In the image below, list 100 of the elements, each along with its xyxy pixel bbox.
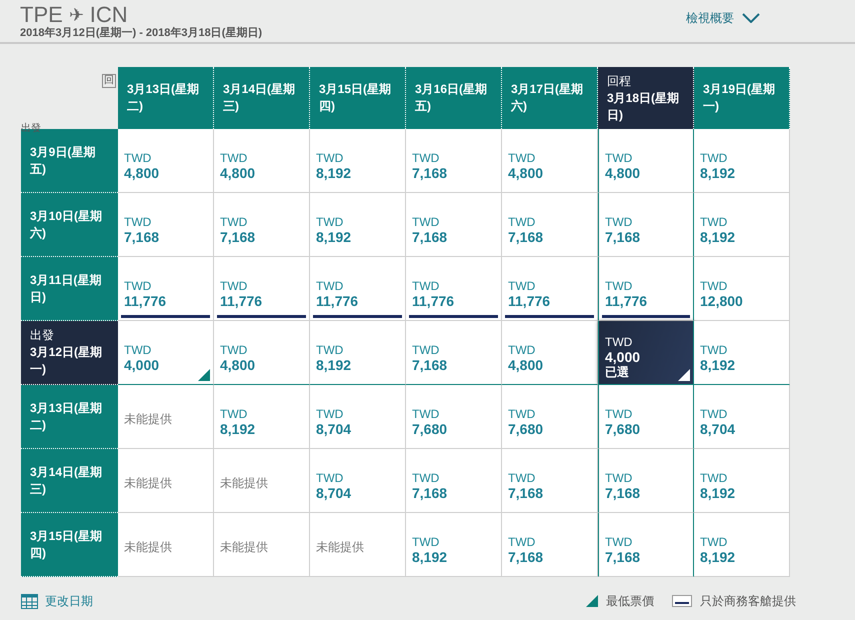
fare-cell[interactable]: TWD 7,168 xyxy=(502,449,598,513)
fare-cell[interactable]: TWD 7,168 xyxy=(214,193,310,257)
fare-cell[interactable]: TWD 12,800 xyxy=(694,257,790,321)
fare-cell[interactable]: TWD 4,800 xyxy=(214,321,310,385)
currency-text: TWD xyxy=(605,471,632,485)
currency-text: TWD xyxy=(508,151,536,165)
currency-text: TWD xyxy=(412,279,440,293)
depart-date-header[interactable]: 3月10日(星期六) xyxy=(21,193,118,257)
currency-text: TWD xyxy=(220,279,248,293)
price-text: 4,800 xyxy=(605,165,640,181)
fare-cell[interactable]: TWD 4,800 xyxy=(598,129,694,193)
fare-cell[interactable]: TWD 8,704 xyxy=(310,385,406,449)
return-date-header[interactable]: 3月13日(星期二) xyxy=(118,67,214,129)
fare-cell[interactable]: TWD 4,800 xyxy=(502,321,598,385)
fare-cell[interactable]: TWD 7,680 xyxy=(406,385,502,449)
fare-cell[interactable]: TWD 4,000 已選 xyxy=(598,321,694,385)
fare-cell[interactable]: TWD 11,776 xyxy=(598,257,694,321)
unavailable-text: 未能提供 xyxy=(124,540,172,554)
depart-date-header[interactable]: 3月11日(星期日) xyxy=(21,257,118,321)
fare-cell[interactable]: TWD 11,776 xyxy=(118,257,214,321)
currency-text: TWD xyxy=(508,215,536,229)
business-only-icon xyxy=(672,595,692,607)
unavailable-text: 未能提供 xyxy=(124,476,172,490)
fare-cell[interactable]: TWD 8,192 xyxy=(694,513,790,577)
fare-cell[interactable]: TWD 7,168 xyxy=(598,513,694,577)
return-date-header[interactable]: 回程 3月18日(星期日) xyxy=(598,67,694,129)
fare-cell[interactable]: TWD 7,680 xyxy=(502,385,598,449)
fare-cell[interactable]: TWD 7,168 xyxy=(406,449,502,513)
currency-text: TWD xyxy=(700,407,728,421)
price-text: 8,192 xyxy=(700,357,736,373)
currency-text: TWD xyxy=(508,279,536,293)
price-text: 4,800 xyxy=(508,357,544,373)
currency-text: TWD xyxy=(316,151,344,165)
fare-cell[interactable]: TWD 7,168 xyxy=(118,193,214,257)
depart-date-header[interactable]: 3月14日(星期三) xyxy=(21,449,118,513)
return-date-header[interactable]: 3月14日(星期三) xyxy=(214,67,310,129)
fare-cell[interactable]: TWD 4,800 xyxy=(118,129,214,193)
price-text: 4,000 xyxy=(124,357,160,373)
fare-cell[interactable]: TWD 7,168 xyxy=(598,193,694,257)
return-date-header[interactable]: 3月15日(星期四) xyxy=(310,67,406,129)
currency-text: TWD xyxy=(220,343,248,357)
currency-text: TWD xyxy=(316,215,344,229)
price-text: 7,168 xyxy=(412,229,448,245)
fare-cell[interactable]: TWD 11,776 xyxy=(310,257,406,321)
currency-text: TWD xyxy=(220,215,248,229)
fare-cell[interactable]: TWD 8,192 xyxy=(310,321,406,385)
fare-cell[interactable]: TWD 7,680 xyxy=(598,385,694,449)
view-summary-link[interactable]: 檢視概要 xyxy=(686,9,760,27)
fare-cell[interactable]: TWD 7,168 xyxy=(502,513,598,577)
unavailable-text: 未能提供 xyxy=(316,540,364,554)
unavailable-text: 未能提供 xyxy=(124,412,172,426)
plane-icon: ✈ xyxy=(68,3,84,27)
fare-cell[interactable]: TWD 11,776 xyxy=(406,257,502,321)
currency-text: TWD xyxy=(220,151,248,165)
price-text: 7,168 xyxy=(412,357,448,373)
depart-date-header[interactable]: 出發 3月12日(星期一) xyxy=(21,321,118,385)
fare-cell[interactable]: TWD 8,192 xyxy=(694,129,790,193)
currency-text: TWD xyxy=(316,407,344,421)
depart-date-header[interactable]: 3月13日(星期二) xyxy=(21,385,118,449)
currency-text: TWD xyxy=(508,407,536,421)
fare-cell[interactable]: TWD 8,704 xyxy=(310,449,406,513)
return-date-header[interactable]: 3月19日(星期一) xyxy=(694,67,790,129)
fare-cell[interactable]: TWD 8,704 xyxy=(694,385,790,449)
fare-cell[interactable]: TWD 11,776 xyxy=(502,257,598,321)
price-text: 11,776 xyxy=(605,293,648,309)
currency-text: TWD xyxy=(700,215,728,229)
price-text: 7,680 xyxy=(605,421,640,437)
fare-cell[interactable]: TWD 8,192 xyxy=(694,321,790,385)
currency-text: TWD xyxy=(700,279,728,293)
fare-cell[interactable]: TWD 8,192 xyxy=(310,193,406,257)
price-text: 7,168 xyxy=(508,229,544,245)
depart-date-header[interactable]: 3月15日(星期四) xyxy=(21,513,118,577)
currency-text: TWD xyxy=(316,343,344,357)
fare-cell[interactable]: TWD 7,168 xyxy=(598,449,694,513)
return-date-header[interactable]: 3月17日(星期六) xyxy=(502,67,598,129)
price-text: 8,192 xyxy=(220,421,256,437)
trip-dates: 2018年3月12日(星期一) - 2018年3月18日(星期日) xyxy=(20,27,262,40)
currency-text: TWD xyxy=(605,335,632,349)
fare-cell[interactable]: TWD 7,168 xyxy=(406,129,502,193)
currency-text: TWD xyxy=(605,535,632,549)
fare-cell[interactable]: TWD 4,800 xyxy=(214,129,310,193)
fare-cell[interactable]: TWD 11,776 xyxy=(214,257,310,321)
price-text: 4,800 xyxy=(220,165,256,181)
currency-text: TWD xyxy=(412,407,440,421)
fare-cell[interactable]: TWD 8,192 xyxy=(310,129,406,193)
fare-cell[interactable]: TWD 4,800 xyxy=(502,129,598,193)
fare-cell[interactable]: TWD 8,192 xyxy=(214,385,310,449)
change-dates-link[interactable]: 更改日期 xyxy=(21,592,93,610)
fare-cell[interactable]: TWD 8,192 xyxy=(694,449,790,513)
fare-cell[interactable]: TWD 8,192 xyxy=(406,513,502,577)
currency-text: TWD xyxy=(508,471,536,485)
fare-cell[interactable]: TWD 4,000 xyxy=(118,321,214,385)
fare-cell[interactable]: TWD 8,192 xyxy=(694,193,790,257)
fare-cell[interactable]: TWD 7,168 xyxy=(406,321,502,385)
currency-text: TWD xyxy=(220,407,248,421)
return-date-header[interactable]: 3月16日(星期五) xyxy=(406,67,502,129)
fare-cell[interactable]: TWD 7,168 xyxy=(406,193,502,257)
currency-text: TWD xyxy=(124,151,152,165)
fare-cell[interactable]: TWD 7,168 xyxy=(502,193,598,257)
price-text: 7,680 xyxy=(412,421,448,437)
